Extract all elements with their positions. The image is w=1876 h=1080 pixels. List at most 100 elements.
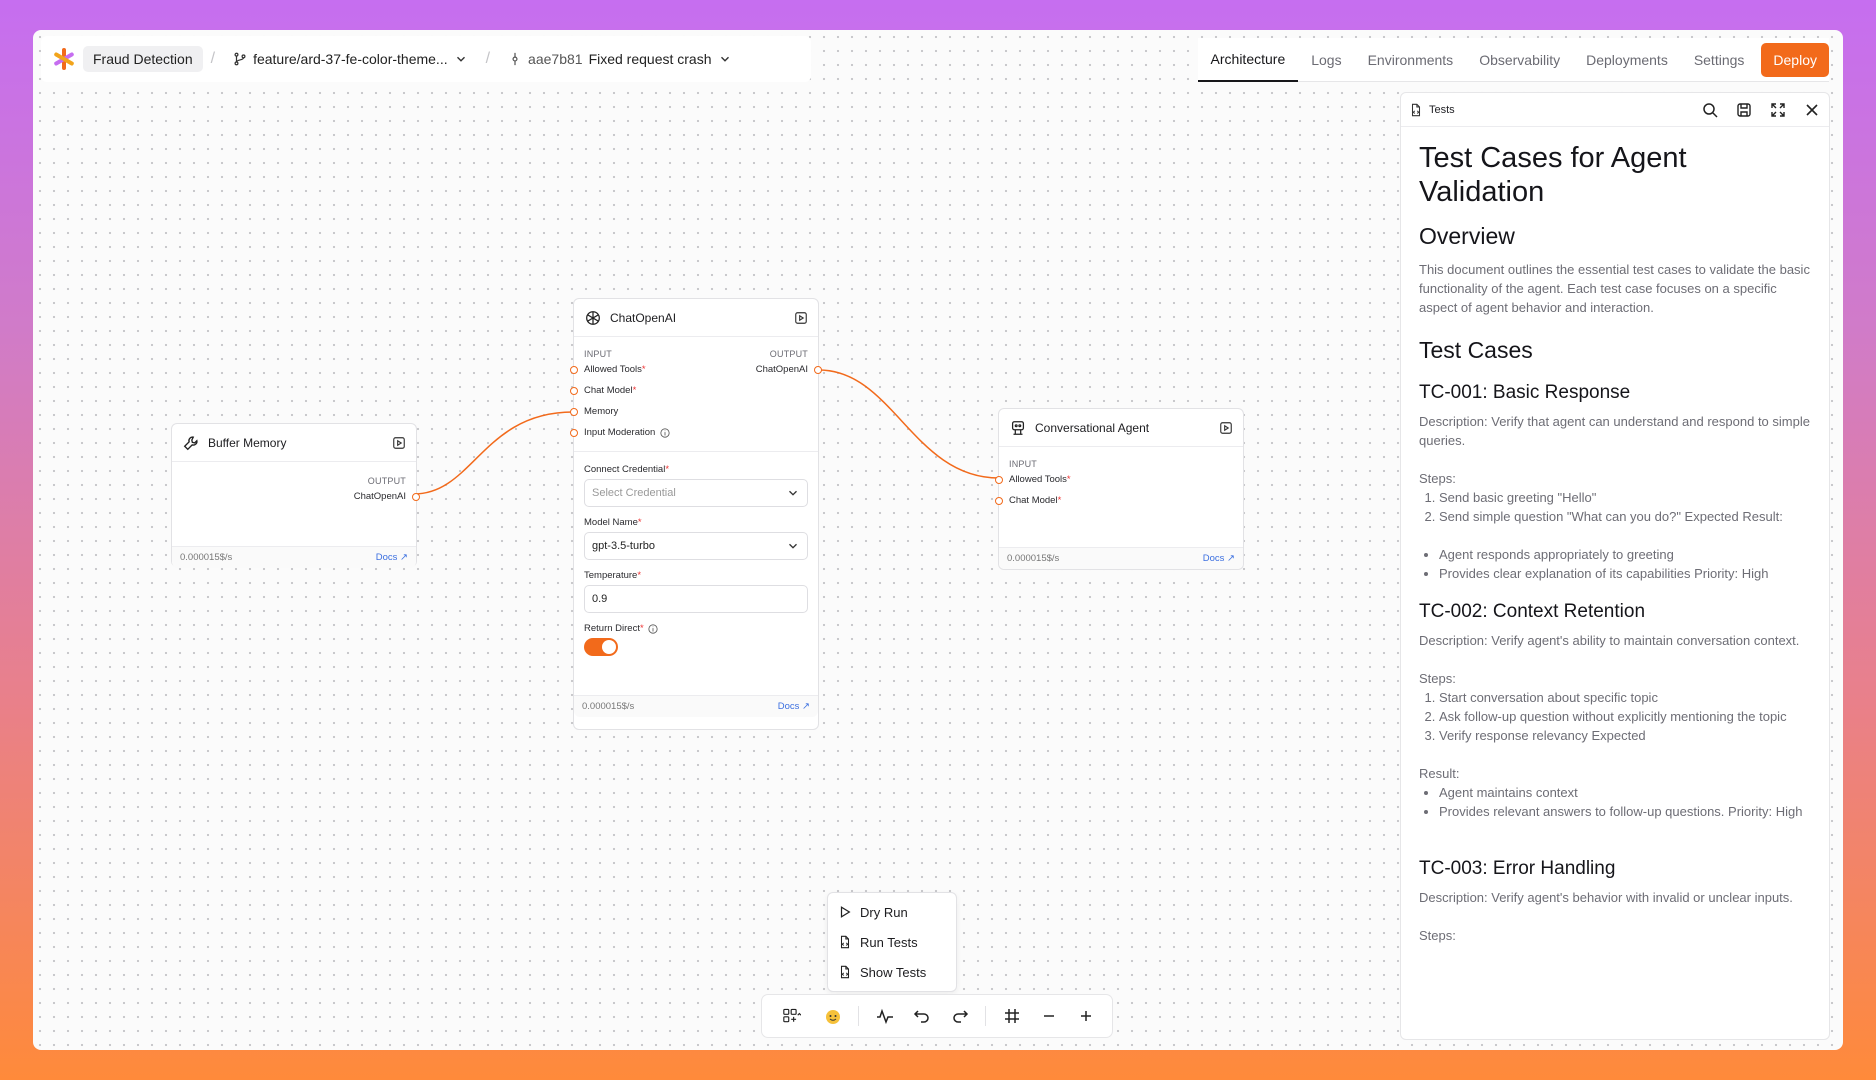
tab-environments[interactable]: Environments bbox=[1355, 38, 1467, 82]
temperature-input[interactable]: 0.9 bbox=[584, 585, 808, 613]
search-icon[interactable] bbox=[1701, 101, 1719, 119]
node-chat-openai[interactable]: ChatOpenAI INPUT OUTPUT Allowed Tools* C… bbox=[570, 298, 822, 730]
menu-item-dry-run[interactable]: Dry Run bbox=[828, 897, 956, 927]
chevron-down-icon bbox=[789, 543, 797, 549]
node-header: Conversational Agent bbox=[999, 409, 1243, 447]
wire-agent bbox=[818, 369, 1000, 479]
tc2-steps-label: Steps: bbox=[1419, 671, 1456, 686]
close-icon[interactable] bbox=[1803, 101, 1821, 119]
tc2-result-label: Result: bbox=[1419, 766, 1460, 781]
canvas-toolbar bbox=[761, 994, 1113, 1038]
info-icon[interactable] bbox=[660, 427, 670, 438]
tc1-steps-label: Steps: bbox=[1419, 471, 1456, 486]
node-header: Buffer Memory bbox=[172, 424, 416, 462]
input-port-allowed-tools[interactable]: Allowed Tools * bbox=[995, 469, 1233, 490]
commit-selector[interactable]: aae7b81 Fixed request crash bbox=[498, 46, 741, 72]
tab-observability[interactable]: Observability bbox=[1466, 38, 1573, 82]
overview-text: This document outlines the essential tes… bbox=[1419, 262, 1810, 315]
port-dot[interactable] bbox=[995, 496, 1003, 505]
chevron-down-icon[interactable] bbox=[718, 52, 732, 66]
tc3-steps-label: Steps: bbox=[1419, 928, 1456, 943]
port-dot[interactable] bbox=[570, 428, 578, 437]
zoom-in-icon bbox=[1081, 1011, 1092, 1021]
model-name-label: Model Name* bbox=[584, 517, 642, 528]
output-port-chatopenai: ChatOpenAI bbox=[755, 364, 808, 375]
commit-message: Fixed request crash bbox=[588, 51, 712, 67]
openai-icon bbox=[586, 310, 600, 325]
info-icon[interactable] bbox=[648, 623, 658, 634]
panel-header: Tests bbox=[1401, 93, 1829, 127]
tab-deployments[interactable]: Deployments bbox=[1573, 38, 1681, 82]
node-footer: 0.000015$/s Docs ↗ bbox=[999, 547, 1243, 569]
port-dot[interactable] bbox=[412, 492, 420, 501]
tc2-steps: Start conversation about specific topic … bbox=[1419, 688, 1813, 745]
port-dot[interactable] bbox=[570, 407, 578, 416]
project-name: Fraud Detection bbox=[93, 51, 193, 67]
docs-link[interactable]: Docs ↗ bbox=[376, 552, 408, 563]
port-dot[interactable] bbox=[570, 365, 578, 374]
tc2-results: Agent maintains context Provides relevan… bbox=[1419, 783, 1813, 821]
tab-architecture[interactable]: Architecture bbox=[1197, 38, 1299, 82]
port-label: ChatOpenAI bbox=[353, 491, 406, 502]
step-item: Verify response relevancy Expected bbox=[1439, 726, 1813, 745]
zoom-in-button[interactable] bbox=[1071, 1000, 1102, 1032]
node-conversational-agent[interactable]: Conversational Agent INPUT Allowed Tools… bbox=[995, 408, 1244, 570]
return-direct-toggle[interactable] bbox=[584, 638, 618, 656]
docs-link[interactable]: Docs ↗ bbox=[778, 701, 810, 712]
port-dot[interactable] bbox=[814, 365, 822, 374]
activity-icon bbox=[877, 1008, 893, 1025]
emoji-button[interactable] bbox=[817, 1000, 848, 1032]
toolbar-divider bbox=[985, 1006, 987, 1026]
step-item: Send simple question "What can you do?" … bbox=[1439, 507, 1813, 526]
save-icon[interactable] bbox=[1735, 101, 1753, 119]
input-port-chat-model[interactable]: Chat Model * bbox=[570, 380, 808, 401]
credential-select[interactable]: Select Credential bbox=[584, 479, 808, 507]
node-title: ChatOpenAI bbox=[610, 310, 677, 325]
redo-button[interactable] bbox=[944, 1000, 975, 1032]
model-name-select[interactable]: gpt-3.5-turbo bbox=[584, 532, 808, 560]
menu-item-run-tests[interactable]: Run Tests bbox=[828, 927, 956, 957]
deploy-button[interactable]: Deploy bbox=[1761, 42, 1829, 77]
menu-item-show-tests[interactable]: Show Tests bbox=[828, 957, 956, 987]
activity-button[interactable] bbox=[869, 1000, 900, 1032]
step-item: Ask follow-up question without explicitl… bbox=[1439, 707, 1813, 726]
result-item: Agent responds appropriately to greeting bbox=[1439, 545, 1813, 564]
play-square-icon[interactable] bbox=[392, 436, 406, 450]
toolbar-divider bbox=[858, 1006, 860, 1026]
port-dot[interactable] bbox=[570, 386, 578, 395]
grid-button[interactable] bbox=[996, 1000, 1027, 1032]
input-port-memory[interactable]: Memory bbox=[570, 401, 808, 422]
input-port-input-moderation[interactable]: Input Moderation bbox=[570, 422, 808, 443]
wire-memory bbox=[413, 411, 574, 495]
expand-icon[interactable] bbox=[1769, 101, 1787, 119]
tab-logs[interactable]: Logs bbox=[1298, 38, 1354, 82]
play-square-icon[interactable] bbox=[1219, 421, 1233, 435]
result-item: Agent maintains context bbox=[1439, 783, 1813, 802]
zoom-out-button[interactable] bbox=[1033, 1000, 1064, 1032]
input-label: INPUT bbox=[1009, 459, 1037, 469]
port-row[interactable]: Allowed Tools* ChatOpenAI bbox=[570, 359, 822, 380]
test-file-icon bbox=[1411, 103, 1421, 116]
tab-settings[interactable]: Settings bbox=[1681, 38, 1758, 82]
run-menu: Dry Run Run Tests Show Tests bbox=[827, 892, 957, 992]
docs-link[interactable]: Docs ↗ bbox=[1203, 553, 1235, 564]
branch-selector[interactable]: feature/ard-37-fe-color-theme... bbox=[223, 46, 478, 72]
chevron-down-icon[interactable] bbox=[454, 52, 468, 66]
node-buffer-memory[interactable]: Buffer Memory OUTPUT ChatOpenAI 0.000015… bbox=[171, 423, 420, 568]
input-port-allowed-tools: Allowed Tools* bbox=[584, 364, 646, 375]
tc2-description: Description: Verify agent's ability to m… bbox=[1419, 633, 1800, 648]
play-square-icon[interactable] bbox=[794, 311, 808, 325]
app-window: Fraud Detection / feature/ard-37-fe-colo… bbox=[33, 30, 1843, 1050]
port-dot[interactable] bbox=[995, 475, 1003, 484]
tc1-results: Agent responds appropriately to greeting… bbox=[1419, 545, 1813, 583]
git-branch-icon bbox=[234, 52, 246, 66]
output-label: OUTPUT bbox=[769, 349, 808, 359]
project-chip[interactable]: Fraud Detection bbox=[83, 46, 203, 72]
layout-button[interactable] bbox=[772, 1000, 811, 1032]
output-port[interactable]: ChatOpenAI bbox=[182, 486, 420, 507]
breadcrumb-separator: / bbox=[485, 50, 491, 67]
credential-label: Connect Credential* bbox=[584, 464, 670, 475]
undo-button[interactable] bbox=[907, 1000, 938, 1032]
input-port-chat-model[interactable]: Chat Model * bbox=[995, 490, 1233, 511]
output-label: OUTPUT bbox=[367, 476, 406, 486]
